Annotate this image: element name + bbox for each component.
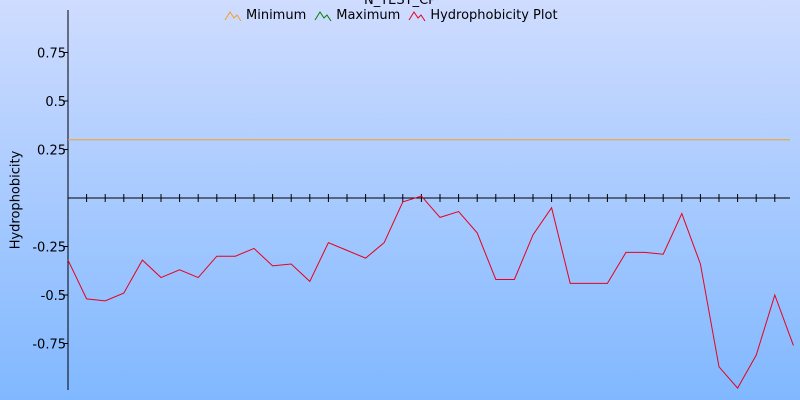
y-tick-label: 0.5	[45, 95, 66, 110]
legend-maximum-icon	[314, 10, 332, 21]
legend-item-hydrophobicity-plot: Hydrophobicity Plot	[408, 8, 558, 23]
chart-title: N_TEST_CP	[364, 0, 436, 8]
chart-area: 0.75 0.5 0.25 -0.25 -0.5 -0.75 N_TEST_CP Mini…	[0, 0, 800, 400]
legend-label-hydrophobicity-plot: Hydrophobicity Plot	[430, 8, 558, 23]
legend-label-maximum: Maximum	[336, 8, 401, 23]
legend: Minimum Maximum Hydrophobicity Plot	[224, 8, 566, 23]
hydrophobicity-chart: 0.75 0.5 0.25 -0.25 -0.5 -0.75	[0, 0, 800, 400]
legend-minimum-icon	[224, 10, 242, 21]
plot-background	[0, 0, 800, 400]
y-axis-label: Hydrophobicity	[8, 150, 24, 250]
y-tick-label: -0.25	[32, 241, 66, 256]
y-tick-label: -0.75	[32, 338, 66, 353]
legend-hydrophobicity-icon	[408, 10, 426, 21]
y-tick-label: 0.75	[37, 47, 66, 62]
y-tick-label: -0.5	[41, 289, 66, 304]
legend-label-minimum: Minimum	[246, 8, 307, 23]
legend-item-maximum: Maximum	[314, 8, 400, 23]
y-tick-label: 0.25	[37, 144, 66, 159]
legend-item-minimum: Minimum	[224, 8, 306, 23]
